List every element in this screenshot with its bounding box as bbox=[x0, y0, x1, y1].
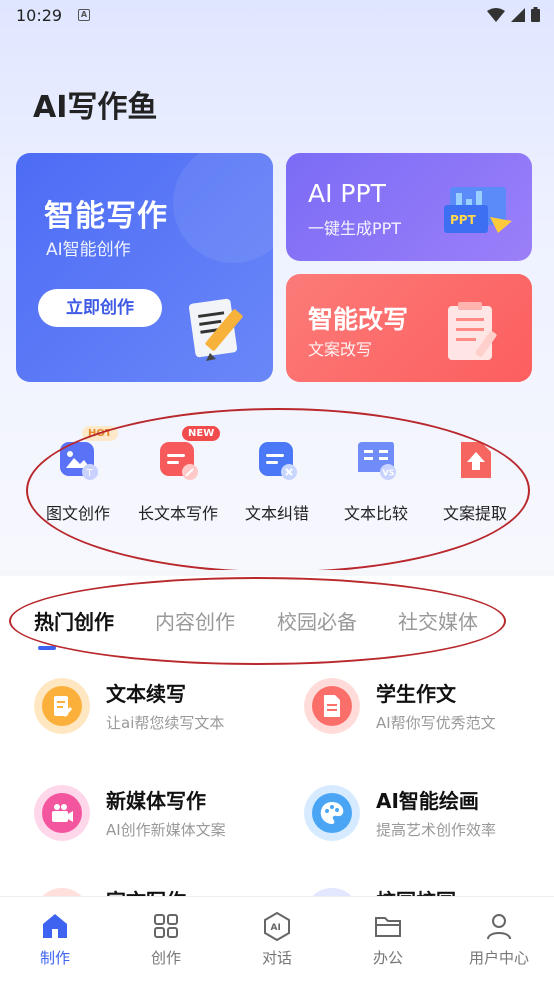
ai-ppt-title: AI PPT bbox=[308, 179, 386, 208]
app-title: AI写作鱼 bbox=[33, 90, 158, 125]
section-divider bbox=[0, 570, 554, 576]
feature-title: AI智能绘画 bbox=[376, 789, 479, 813]
active-tab-indicator bbox=[38, 646, 56, 650]
annotation-oval-tabs bbox=[9, 577, 506, 665]
home-icon bbox=[43, 914, 67, 938]
nav-label: 对话 bbox=[261, 949, 292, 967]
notification-icon: A bbox=[78, 9, 90, 21]
feature-title: 新媒体写作 bbox=[106, 789, 206, 813]
status-icons bbox=[487, 7, 540, 22]
feature-desc: 提高艺术创作效率 bbox=[376, 821, 497, 839]
palette-icon bbox=[304, 785, 360, 841]
video-camera-icon bbox=[34, 785, 90, 841]
clipboard-edit-icon bbox=[448, 302, 497, 360]
document-pencil-icon bbox=[188, 298, 243, 361]
nav-label: 创作 bbox=[150, 949, 181, 967]
smart-writing-subtitle: AI智能创作 bbox=[46, 240, 131, 260]
start-create-button[interactable]: 立即创作 bbox=[38, 289, 162, 327]
folder-icon bbox=[375, 917, 401, 937]
smart-rewrite-subtitle: 文案改写 bbox=[308, 340, 373, 359]
wifi-icon bbox=[487, 7, 505, 22]
feature-text-continue[interactable]: 文本续写 让ai帮您续写文本 bbox=[34, 676, 284, 746]
annotation-oval-tools bbox=[26, 408, 530, 573]
smart-writing-title: 智能写作 bbox=[44, 199, 168, 234]
battery-icon bbox=[531, 7, 540, 22]
ppt-badge-text: PPT bbox=[450, 213, 477, 227]
nav-office[interactable]: 办公 bbox=[348, 911, 428, 968]
user-icon bbox=[487, 914, 511, 940]
feature-desc: AI帮你写优秀范文 bbox=[376, 714, 496, 732]
feature-student-essay[interactable]: 学生作文 AI帮你写优秀范文 bbox=[304, 676, 554, 746]
nav-chat[interactable]: AI 对话 bbox=[237, 911, 317, 968]
feature-desc: AI创作新媒体文案 bbox=[106, 821, 226, 839]
nav-make[interactable]: 制作 bbox=[15, 911, 95, 968]
ai-ppt-subtitle: 一键生成PPT bbox=[308, 219, 402, 238]
nav-create[interactable]: 创作 bbox=[126, 911, 206, 968]
smart-writing-card[interactable]: 智能写作 AI智能创作 立即创作 bbox=[16, 153, 273, 382]
nav-label: 用户中心 bbox=[468, 949, 529, 967]
nav-user-center[interactable]: 用户中心 bbox=[459, 911, 539, 968]
svg-text:AI: AI bbox=[271, 923, 281, 933]
nav-label: 办公 bbox=[372, 949, 403, 967]
smart-rewrite-title: 智能改写 bbox=[308, 305, 409, 334]
status-time: 10:29 bbox=[16, 6, 63, 25]
feature-title: 文本续写 bbox=[106, 682, 186, 706]
nav-label: 制作 bbox=[39, 949, 70, 967]
ppt-icon: PPT bbox=[444, 187, 512, 233]
signal-icon bbox=[511, 7, 525, 22]
document-icon bbox=[304, 678, 360, 734]
feature-new-media-writing[interactable]: 新媒体写作 AI创作新媒体文案 bbox=[34, 783, 284, 853]
status-bar: 10:29 A bbox=[0, 0, 554, 30]
decor-circle bbox=[173, 153, 273, 263]
ai-ppt-card[interactable]: AI PPT 一键生成PPT PPT bbox=[286, 153, 532, 261]
grid-icon bbox=[154, 914, 178, 938]
feature-title: 学生作文 bbox=[376, 682, 456, 706]
feature-desc: 让ai帮您续写文本 bbox=[106, 714, 225, 732]
document-edit-icon bbox=[34, 678, 90, 734]
ai-chat-icon: AI bbox=[264, 911, 290, 941]
feature-ai-painting[interactable]: AI智能绘画 提高艺术创作效率 bbox=[304, 783, 554, 853]
bottom-nav: 制作 创作 AI 对话 办公 用户中心 bbox=[0, 896, 554, 984]
smart-rewrite-card[interactable]: 智能改写 文案改写 bbox=[286, 274, 532, 382]
